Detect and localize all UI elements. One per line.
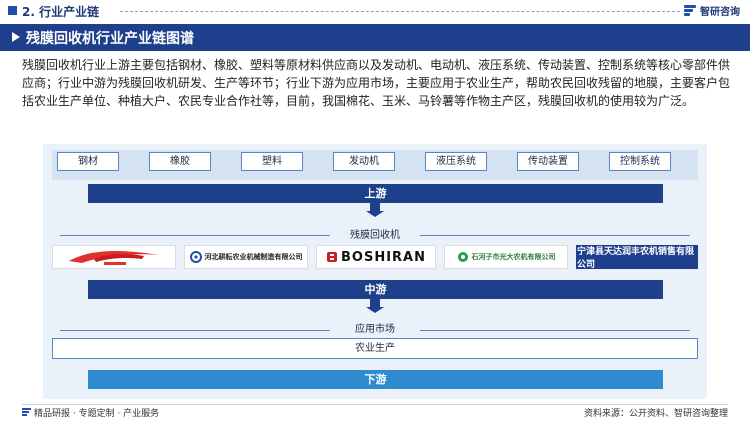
divider-line [420,235,690,236]
company-boshiran: BOSHIRAN [316,245,436,269]
material-item: 发动机 [333,152,395,171]
company-name: 宁津县天达润丰农机销售有限公司 [577,247,695,269]
brand-logo[interactable]: 智研咨询 [683,3,740,18]
brand-name: 智研咨询 [700,7,740,18]
upstream-band: 上游 [88,184,663,203]
downstream-band: 下游 [88,370,663,389]
material-item: 塑料 [241,152,303,171]
down-arrow-icon [366,299,384,313]
material-item: 控制系统 [609,152,671,171]
red-swoosh-logo-icon [69,251,159,265]
divider-line [420,330,690,331]
company-logo-red [52,245,176,269]
company-ningjin-tianda: 宁津县天达润丰农机销售有限公司 [576,245,698,269]
material-item: 液压系统 [425,152,487,171]
footer-tagline: 精品研报 · 专题定制 · 产业服务 [22,406,159,419]
brand-small-icon [22,408,31,417]
section-marker-icon [8,6,17,15]
green-circle-logo-icon [457,252,468,262]
company-name: 石河子市光大农机有限公司 [471,253,556,261]
company-name: BOSHIRAN [341,249,426,265]
company-shihezi-guangda: 石河子市光大农机有限公司 [444,245,568,269]
section-header: 2. 行业产业链 智研咨询 [0,0,750,22]
footer-divider [22,404,728,405]
material-item: 钢材 [57,152,119,171]
b-logo-icon [327,252,337,262]
intro-paragraph: 残膜回收机行业上游主要包括钢材、橡胶、塑料等原材料供应商以及发动机、电动机、液压… [22,58,731,108]
title-bar: 残膜回收机行业产业链图谱 [0,24,750,51]
material-item: 传动装置 [517,152,579,171]
page-title: 残膜回收机行业产业链图谱 [26,31,194,47]
industry-chain-diagram [43,144,707,399]
company-hebei-gengyun: 河北耕耘农业机械制造有限公司 [184,245,308,269]
midstream-band: 中游 [88,280,663,299]
section-title: 2. 行业产业链 [22,5,100,19]
downstream-label: 应用市场 [355,324,395,335]
application-item: 农业生产 [52,338,698,359]
footer-left-text: 精品研报 · 专题定制 · 产业服务 [34,409,160,419]
play-triangle-icon [12,32,20,42]
gear-logo-icon [189,251,202,263]
brand-icon [683,4,697,18]
footer: 精品研报 · 专题定制 · 产业服务 资料来源：公开资料、智研咨询整理 [0,404,750,421]
company-name: 河北耕耘农业机械制造有限公司 [204,253,303,261]
midstream-label: 残膜回收机 [350,230,400,241]
source-note: 资料来源：公开资料、智研咨询整理 [583,409,728,419]
material-item: 橡胶 [149,152,211,171]
down-arrow-icon [366,203,384,217]
section-divider [120,11,680,12]
